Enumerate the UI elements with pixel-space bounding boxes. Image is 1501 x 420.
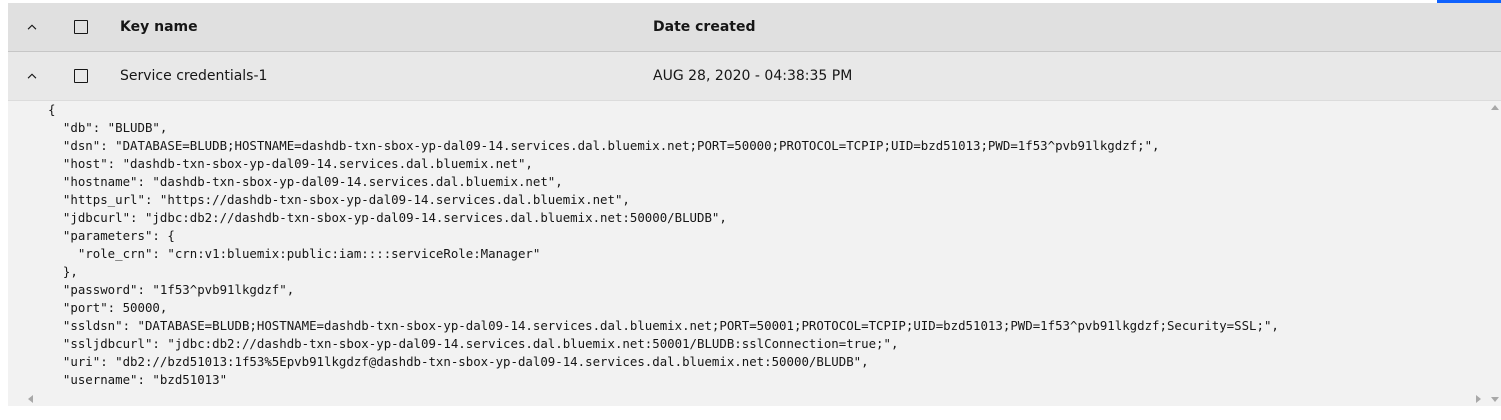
collapse-row-button[interactable] [8,52,56,100]
credentials-json-text[interactable]: { "db": "BLUDB", "dsn": "DATABASE=BLUDB;… [48,101,1279,406]
chevron-up-icon [27,24,37,30]
triangle-up-icon[interactable] [1491,105,1499,110]
row-checkbox[interactable] [74,69,88,83]
key-name-cell: Service credentials-1 [120,68,268,84]
credentials-table: Key name Date created Service credential… [8,3,1501,420]
row-checkbox-cell[interactable] [56,52,104,100]
page: Key name Date created Service credential… [0,0,1501,420]
collapse-all-button[interactable] [8,3,56,51]
horizontal-scrollbar[interactable] [8,392,1487,406]
vertical-scrollbar[interactable] [1487,101,1501,406]
select-all-checkbox[interactable] [74,20,88,34]
triangle-down-icon[interactable] [1491,397,1499,402]
triangle-right-icon[interactable] [1476,395,1481,403]
credentials-json-panel[interactable]: { "db": "BLUDB", "dsn": "DATABASE=BLUDB;… [8,100,1501,406]
date-created-cell: AUG 28, 2020 - 04:38:35 PM [653,68,853,84]
date-created-column-header[interactable]: Date created [653,19,755,35]
table-header-row: Key name Date created [8,3,1501,51]
chevron-up-icon [27,73,37,79]
select-all-checkbox-cell[interactable] [56,3,104,51]
table-row[interactable]: Service credentials-1 AUG 28, 2020 - 04:… [8,51,1501,100]
key-name-column-header[interactable]: Key name [120,19,198,35]
triangle-left-icon[interactable] [28,395,33,403]
